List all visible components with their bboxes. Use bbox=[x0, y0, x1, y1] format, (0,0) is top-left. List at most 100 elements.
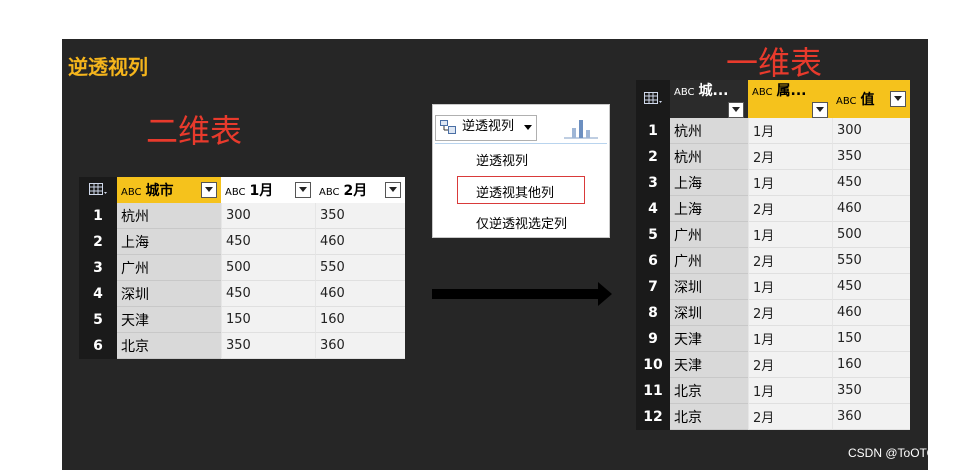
menu-item-unpivot-columns[interactable]: 逆透视列 bbox=[476, 150, 528, 169]
table-cell[interactable]: 北京 bbox=[117, 333, 221, 359]
table-cell[interactable]: 460 bbox=[315, 281, 405, 307]
table-cell[interactable]: 杭州 bbox=[670, 118, 748, 144]
menu-item-unpivot-selected-columns[interactable]: 仅逆透视选定列 bbox=[476, 213, 567, 232]
chevron-down-icon[interactable] bbox=[524, 125, 533, 130]
table-cell[interactable]: 1月 bbox=[748, 378, 832, 404]
table-row: 4 上海 2月 460 bbox=[636, 196, 910, 222]
table-cell[interactable]: 350 bbox=[221, 333, 315, 359]
row-number: 1 bbox=[79, 203, 117, 229]
row-number: 8 bbox=[636, 300, 670, 326]
table-row: 2 上海 450 460 bbox=[79, 229, 405, 255]
table-cell[interactable]: 350 bbox=[832, 144, 910, 170]
table-cell[interactable]: 杭州 bbox=[117, 203, 221, 229]
table-cell[interactable]: 深圳 bbox=[670, 300, 748, 326]
table-cell[interactable]: 300 bbox=[832, 118, 910, 144]
column-header-city[interactable]: ABC 城市 bbox=[117, 177, 221, 203]
text-type-icon: ABC bbox=[319, 187, 340, 198]
table-cell[interactable]: 天津 bbox=[117, 307, 221, 333]
table-cell[interactable]: 350 bbox=[832, 378, 910, 404]
arrow-head bbox=[598, 282, 612, 306]
table-cell[interactable]: 2月 bbox=[748, 196, 832, 222]
table-cell[interactable]: 天津 bbox=[670, 352, 748, 378]
table-cell[interactable]: 450 bbox=[832, 274, 910, 300]
table-cell[interactable]: 160 bbox=[315, 307, 405, 333]
table-cell[interactable]: 460 bbox=[315, 229, 405, 255]
table-cell[interactable]: 深圳 bbox=[670, 274, 748, 300]
row-number: 1 bbox=[636, 118, 670, 144]
table-cell[interactable]: 150 bbox=[221, 307, 315, 333]
text-type-icon: ABC bbox=[674, 87, 695, 98]
table-icon[interactable] bbox=[79, 177, 117, 203]
table-cell[interactable]: 广州 bbox=[670, 222, 748, 248]
table-cell[interactable]: 1月 bbox=[748, 222, 832, 248]
table-cell[interactable]: 1月 bbox=[748, 326, 832, 352]
row-number: 11 bbox=[636, 378, 670, 404]
table-cell[interactable]: 广州 bbox=[117, 255, 221, 281]
column-header-attribute[interactable]: ABC 属... bbox=[748, 80, 832, 118]
row-number: 7 bbox=[636, 274, 670, 300]
table-row: 3 广州 500 550 bbox=[79, 255, 405, 281]
column-header-jan[interactable]: ABC 1月 bbox=[221, 177, 315, 203]
table-cell[interactable]: 450 bbox=[832, 170, 910, 196]
watermark: CSDN @ToOTOooo bbox=[848, 446, 956, 460]
table-cell[interactable]: 300 bbox=[221, 203, 315, 229]
table-cell[interactable]: 2月 bbox=[748, 248, 832, 274]
table-cell[interactable]: 1月 bbox=[748, 170, 832, 196]
table-cell[interactable]: 550 bbox=[832, 248, 910, 274]
one-dimensional-table-label: 一维表 bbox=[726, 44, 823, 82]
filter-dropdown-icon[interactable] bbox=[728, 102, 744, 118]
table-row: 4 深圳 450 460 bbox=[79, 281, 405, 307]
table-cell[interactable]: 深圳 bbox=[117, 281, 221, 307]
column-header-feb[interactable]: ABC 2月 bbox=[315, 177, 405, 203]
column-header-city[interactable]: ABC 城... bbox=[670, 80, 748, 118]
table-row: 1 杭州 1月 300 bbox=[636, 118, 910, 144]
table-cell[interactable]: 500 bbox=[832, 222, 910, 248]
table-cell[interactable]: 上海 bbox=[670, 196, 748, 222]
unpivot-columns-button[interactable]: 逆透视列 bbox=[435, 115, 538, 141]
table-icon[interactable] bbox=[636, 80, 670, 118]
table-cell[interactable]: 2月 bbox=[748, 300, 832, 326]
filter-dropdown-icon[interactable] bbox=[812, 102, 828, 118]
table-cell[interactable]: 上海 bbox=[670, 170, 748, 196]
table-row: 5 天津 150 160 bbox=[79, 307, 405, 333]
table-row: 6 广州 2月 550 bbox=[636, 248, 910, 274]
table-cell[interactable]: 450 bbox=[221, 229, 315, 255]
table-cell[interactable]: 150 bbox=[832, 326, 910, 352]
table-cell[interactable]: 360 bbox=[315, 333, 405, 359]
table-row: 10 天津 2月 160 bbox=[636, 352, 910, 378]
table-cell[interactable]: 2月 bbox=[748, 352, 832, 378]
table-cell[interactable]: 160 bbox=[832, 352, 910, 378]
table-cell[interactable]: 1月 bbox=[748, 274, 832, 300]
filter-dropdown-icon[interactable] bbox=[385, 182, 401, 198]
column-header-value[interactable]: ABC 值 bbox=[832, 80, 910, 118]
filter-dropdown-icon[interactable] bbox=[295, 182, 311, 198]
page-title: 逆透视列 bbox=[68, 55, 148, 79]
table-cell[interactable]: 500 bbox=[221, 255, 315, 281]
table-cell[interactable]: 上海 bbox=[117, 229, 221, 255]
table-cell[interactable]: 广州 bbox=[670, 248, 748, 274]
text-type-icon: ABC bbox=[836, 96, 857, 107]
table-cell[interactable]: 550 bbox=[315, 255, 405, 281]
row-number: 6 bbox=[636, 248, 670, 274]
filter-dropdown-icon[interactable] bbox=[201, 182, 217, 198]
table-row: 3 上海 1月 450 bbox=[636, 170, 910, 196]
table-cell[interactable]: 2月 bbox=[748, 144, 832, 170]
unpivot-icon bbox=[440, 120, 456, 134]
table-cell[interactable]: 450 bbox=[221, 281, 315, 307]
table-cell[interactable]: 杭州 bbox=[670, 144, 748, 170]
row-number: 6 bbox=[79, 333, 117, 359]
header-row: ABC 城市 ABC 1月 ABC 2月 bbox=[79, 177, 405, 203]
table-cell[interactable]: 北京 bbox=[670, 404, 748, 430]
table-cell[interactable]: 460 bbox=[832, 300, 910, 326]
text-type-icon: ABC bbox=[121, 187, 142, 198]
table-cell[interactable]: 350 bbox=[315, 203, 405, 229]
row-number: 4 bbox=[79, 281, 117, 307]
filter-dropdown-icon[interactable] bbox=[890, 91, 906, 107]
table-cell[interactable]: 天津 bbox=[670, 326, 748, 352]
table-cell[interactable]: 北京 bbox=[670, 378, 748, 404]
menu-item-unpivot-other-columns[interactable]: 逆透视其他列 bbox=[476, 182, 554, 201]
table-cell[interactable]: 460 bbox=[832, 196, 910, 222]
table-cell[interactable]: 2月 bbox=[748, 404, 832, 430]
table-cell[interactable]: 360 bbox=[832, 404, 910, 430]
table-cell[interactable]: 1月 bbox=[748, 118, 832, 144]
